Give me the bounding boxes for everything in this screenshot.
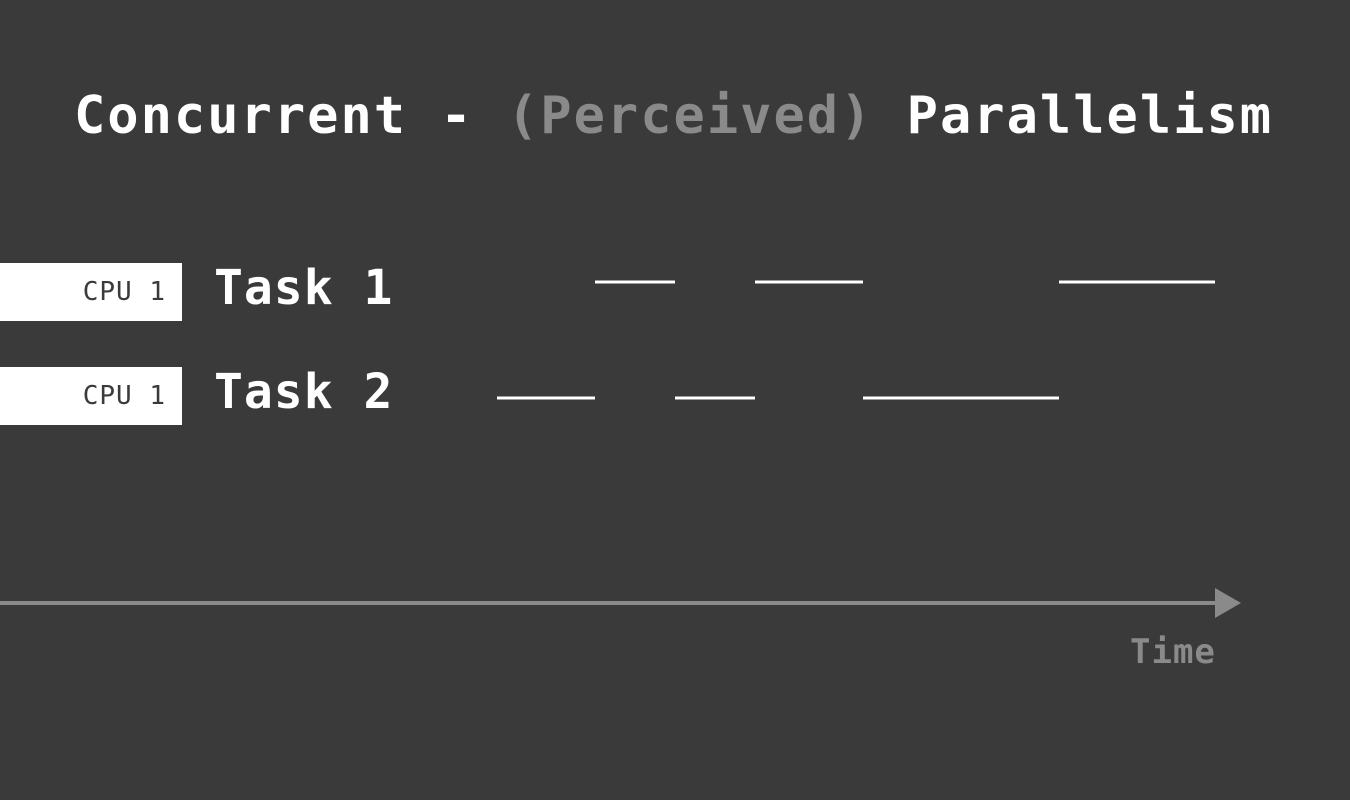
- timeline-graphic: [0, 280, 1241, 618]
- time-axis-arrowhead-icon: [1215, 588, 1241, 618]
- diagram-canvas: Concurrent - (Perceived) Parallelism CPU…: [0, 0, 1350, 800]
- execution-segments: [497, 280, 1215, 400]
- time-axis-label: Time: [1130, 632, 1216, 672]
